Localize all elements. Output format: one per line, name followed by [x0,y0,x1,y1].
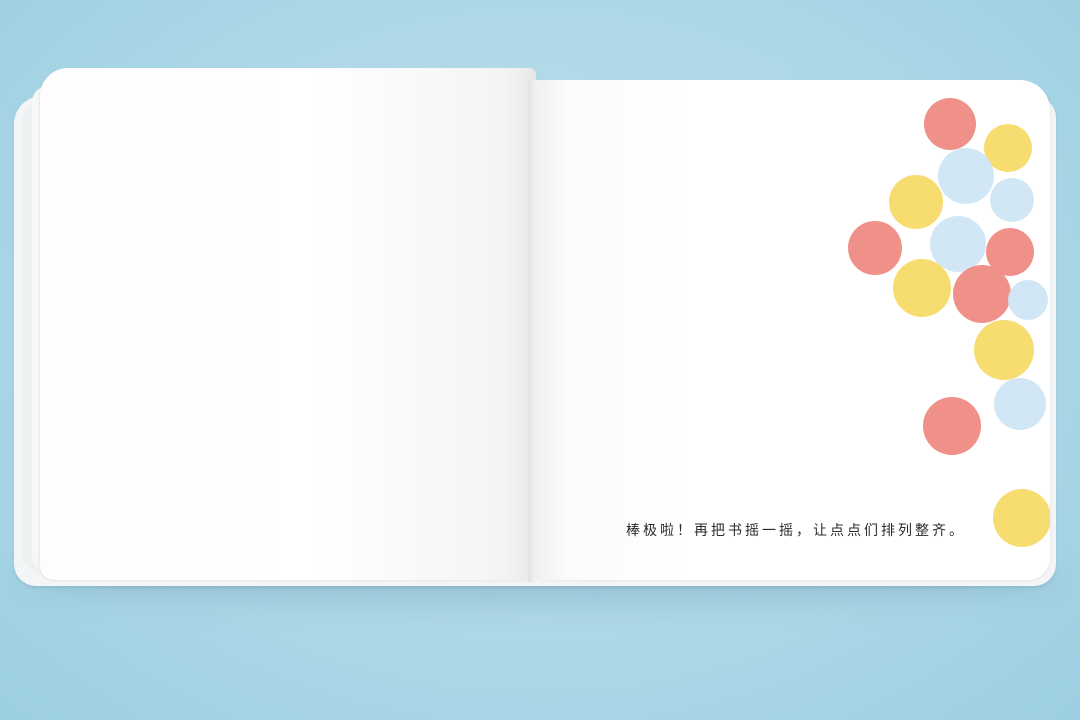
dot-blue [1008,280,1048,320]
dot-blue [938,148,994,204]
dot-red [923,397,981,455]
dot-blue [994,378,1046,430]
photo-scene: 棒极啦！再把书摇一摇，让点点们排列整齐。 [0,0,1080,720]
page-caption: 棒极啦！再把书摇一摇，让点点们排列整齐。 [626,523,966,539]
dot-red [848,221,902,275]
dot-blue [990,178,1034,222]
dot-yellow [974,320,1034,380]
left-page [40,68,536,580]
right-page [536,80,1050,580]
dot-yellow [893,259,951,317]
dot-red [953,265,1011,323]
dot-yellow [993,489,1050,547]
dot-yellow [889,175,943,229]
dot-red [924,98,976,150]
